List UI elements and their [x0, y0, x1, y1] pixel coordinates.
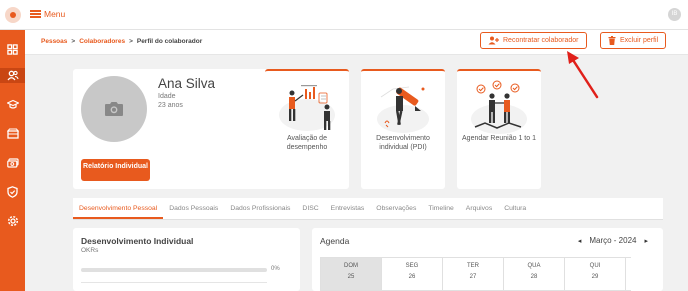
tab-timeline[interactable]: Timeline — [422, 198, 459, 219]
tab-interviews[interactable]: Entrevistas — [325, 198, 371, 219]
day-name: DOM — [344, 263, 358, 269]
card-performance-review[interactable]: Avaliação de desempenho — [265, 69, 349, 189]
agenda-title: Agenda — [320, 236, 350, 246]
delete-profile-button[interactable]: Excluir perfil — [600, 32, 667, 49]
sidebar-item-people[interactable] — [0, 68, 25, 83]
people-icon — [6, 70, 19, 81]
day-name: QUI — [589, 263, 601, 269]
agenda-month: Março - 2024 — [589, 236, 637, 245]
tab-files[interactable]: Arquivos — [460, 198, 498, 219]
breadcrumb-colaboradores[interactable]: Colaboradores — [79, 38, 125, 45]
agenda-day-partial — [625, 257, 631, 291]
hamburger-icon — [30, 10, 41, 18]
camera-icon — [105, 102, 123, 116]
day-date: 25 — [347, 274, 355, 280]
individual-report-button[interactable]: Relatório Individual — [81, 159, 150, 181]
sidebar-item-settings[interactable] — [5, 213, 20, 228]
development-illustration-icon — [377, 86, 429, 133]
tab-professional-data[interactable]: Dados Profissionais — [224, 198, 296, 219]
individual-development-panel: Desenvolvimento Individual OKRs 0% — [73, 228, 300, 291]
day-date: 27 — [469, 274, 477, 280]
agenda-days: DOM 25 SEG 26 TER 27 QUA 28 QUI 29 — [320, 257, 631, 291]
sidebar-item-box[interactable] — [5, 126, 20, 141]
agenda-day[interactable]: QUA 28 — [503, 257, 564, 291]
performance-illustration-icon — [279, 85, 335, 131]
okr-progress-value: 0% — [271, 266, 280, 272]
money-icon — [6, 158, 19, 168]
profile-tabs: Desenvolvimento Pessoal Dados Pessoais D… — [73, 198, 663, 220]
top-bar: Menu IB — [0, 0, 688, 30]
header-bar: Pessoas > Colaboradores > Perfil do cola… — [25, 30, 688, 55]
day-date: 28 — [530, 274, 538, 280]
education-icon — [6, 99, 19, 109]
meeting-illustration-icon — [471, 80, 527, 134]
divider — [81, 282, 267, 283]
day-date: 29 — [591, 274, 599, 280]
delete-profile-label: Excluir perfil — [620, 37, 659, 44]
day-name: SEG — [405, 263, 419, 269]
sidebar-item-money[interactable] — [5, 155, 20, 170]
day-date: 26 — [408, 274, 416, 280]
trash-icon — [608, 36, 616, 45]
prev-month-icon[interactable]: ◂ — [578, 237, 582, 245]
box-icon — [6, 128, 19, 139]
okrs-label: OKRs — [81, 247, 99, 254]
okr-progress-bar — [81, 268, 267, 272]
breadcrumb-current: Perfil do colaborador — [136, 38, 203, 45]
tab-culture[interactable]: Cultura — [498, 198, 532, 219]
next-month-icon[interactable]: ▸ — [644, 237, 648, 245]
menu-label: Menu — [44, 9, 66, 19]
day-name: TER — [467, 263, 479, 269]
tab-personal-data[interactable]: Dados Pessoais — [163, 198, 224, 219]
main-content: Pessoas > Colaboradores > Perfil do cola… — [25, 30, 688, 291]
sidebar-item-education[interactable] — [5, 97, 20, 112]
breadcrumb-separator: > — [129, 38, 133, 45]
gear-icon — [7, 215, 18, 226]
tab-personal-development[interactable]: Desenvolvimento Pessoal — [73, 198, 164, 219]
sidebar-item-security[interactable] — [5, 184, 20, 199]
breadcrumb: Pessoas > Colaboradores > Perfil do cola… — [41, 38, 202, 45]
add-user-icon — [488, 36, 499, 45]
age-label: Idade — [158, 93, 176, 100]
agenda-month-nav: ◂ Março - 2024 ▸ — [578, 236, 648, 245]
agenda-day[interactable]: TER 27 — [442, 257, 503, 291]
card-pdi-label: Desenvolvimento individual (PDI) — [376, 135, 430, 151]
dashboard-icon — [7, 44, 18, 55]
card-one-on-one[interactable]: Agendar Reunião 1 to 1 — [457, 69, 541, 189]
profile-photo[interactable] — [81, 76, 147, 142]
day-name: QUA — [527, 263, 541, 269]
app-logo[interactable] — [5, 7, 21, 23]
agenda-day[interactable]: QUI 29 — [564, 257, 625, 291]
user-avatar[interactable]: IB — [668, 8, 681, 21]
breadcrumb-pessoas[interactable]: Pessoas — [41, 38, 67, 45]
development-title: Desenvolvimento Individual — [81, 236, 194, 246]
tab-observations[interactable]: Observações — [370, 198, 422, 219]
agenda-day[interactable]: SEG 26 — [381, 257, 442, 291]
profile-card: Ana Silva Idade 23 anos Relatório Indivi… — [73, 69, 277, 189]
menu-button[interactable]: Menu — [30, 9, 65, 19]
tab-disc[interactable]: DISC — [296, 198, 324, 219]
shield-icon — [7, 185, 18, 198]
breadcrumb-separator: > — [71, 38, 76, 45]
rehire-button-label: Recontratar colaborador — [503, 37, 579, 44]
profile-name: Ana Silva — [158, 76, 216, 91]
agenda-day[interactable]: DOM 25 — [320, 257, 381, 291]
age-value: 23 anos — [158, 102, 183, 109]
sidebar — [0, 30, 25, 291]
card-pdi[interactable]: Desenvolvimento individual (PDI) — [361, 69, 445, 189]
sidebar-item-dashboard[interactable] — [5, 42, 20, 57]
card-one-on-one-label: Agendar Reunião 1 to 1 — [462, 135, 536, 142]
agenda-panel: Agenda ◂ Março - 2024 ▸ DOM 25 SEG 26 TER 2… — [312, 228, 663, 291]
card-performance-label: Avaliação de desempenho — [286, 135, 328, 151]
rehire-button[interactable]: Recontratar colaborador — [480, 32, 587, 49]
